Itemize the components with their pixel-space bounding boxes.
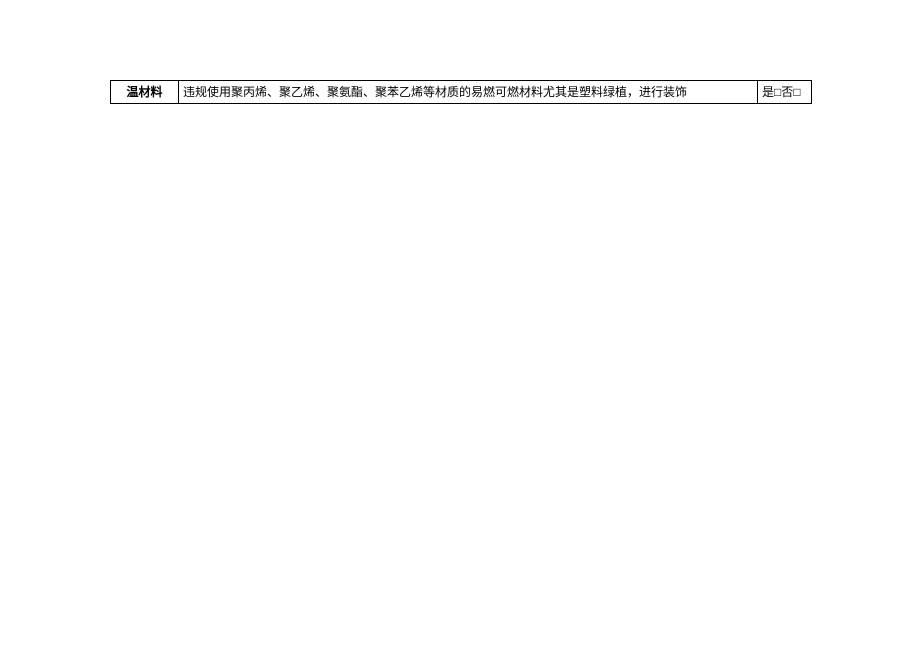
- row-description: 违规使用聚丙烯、聚乙烯、聚氨酯、聚苯乙烯等材质的易燃可燃材料尤其是塑料绿植，进行…: [183, 85, 687, 99]
- table-container: 温材料 违规使用聚丙烯、聚乙烯、聚氨酯、聚苯乙烯等材质的易燃可燃材料尤其是塑料绿…: [110, 80, 812, 104]
- row-check: 是□否□: [762, 85, 801, 99]
- row-description-cell: 违规使用聚丙烯、聚乙烯、聚氨酯、聚苯乙烯等材质的易燃可燃材料尤其是塑料绿植，进行…: [179, 81, 758, 104]
- row-label-cell: 温材料: [111, 81, 179, 104]
- row-check-cell: 是□否□: [758, 81, 812, 104]
- row-label: 温材料: [126, 85, 162, 99]
- table-row: 温材料 违规使用聚丙烯、聚乙烯、聚氨酯、聚苯乙烯等材质的易燃可燃材料尤其是塑料绿…: [111, 81, 812, 104]
- checklist-table: 温材料 违规使用聚丙烯、聚乙烯、聚氨酯、聚苯乙烯等材质的易燃可燃材料尤其是塑料绿…: [110, 80, 812, 104]
